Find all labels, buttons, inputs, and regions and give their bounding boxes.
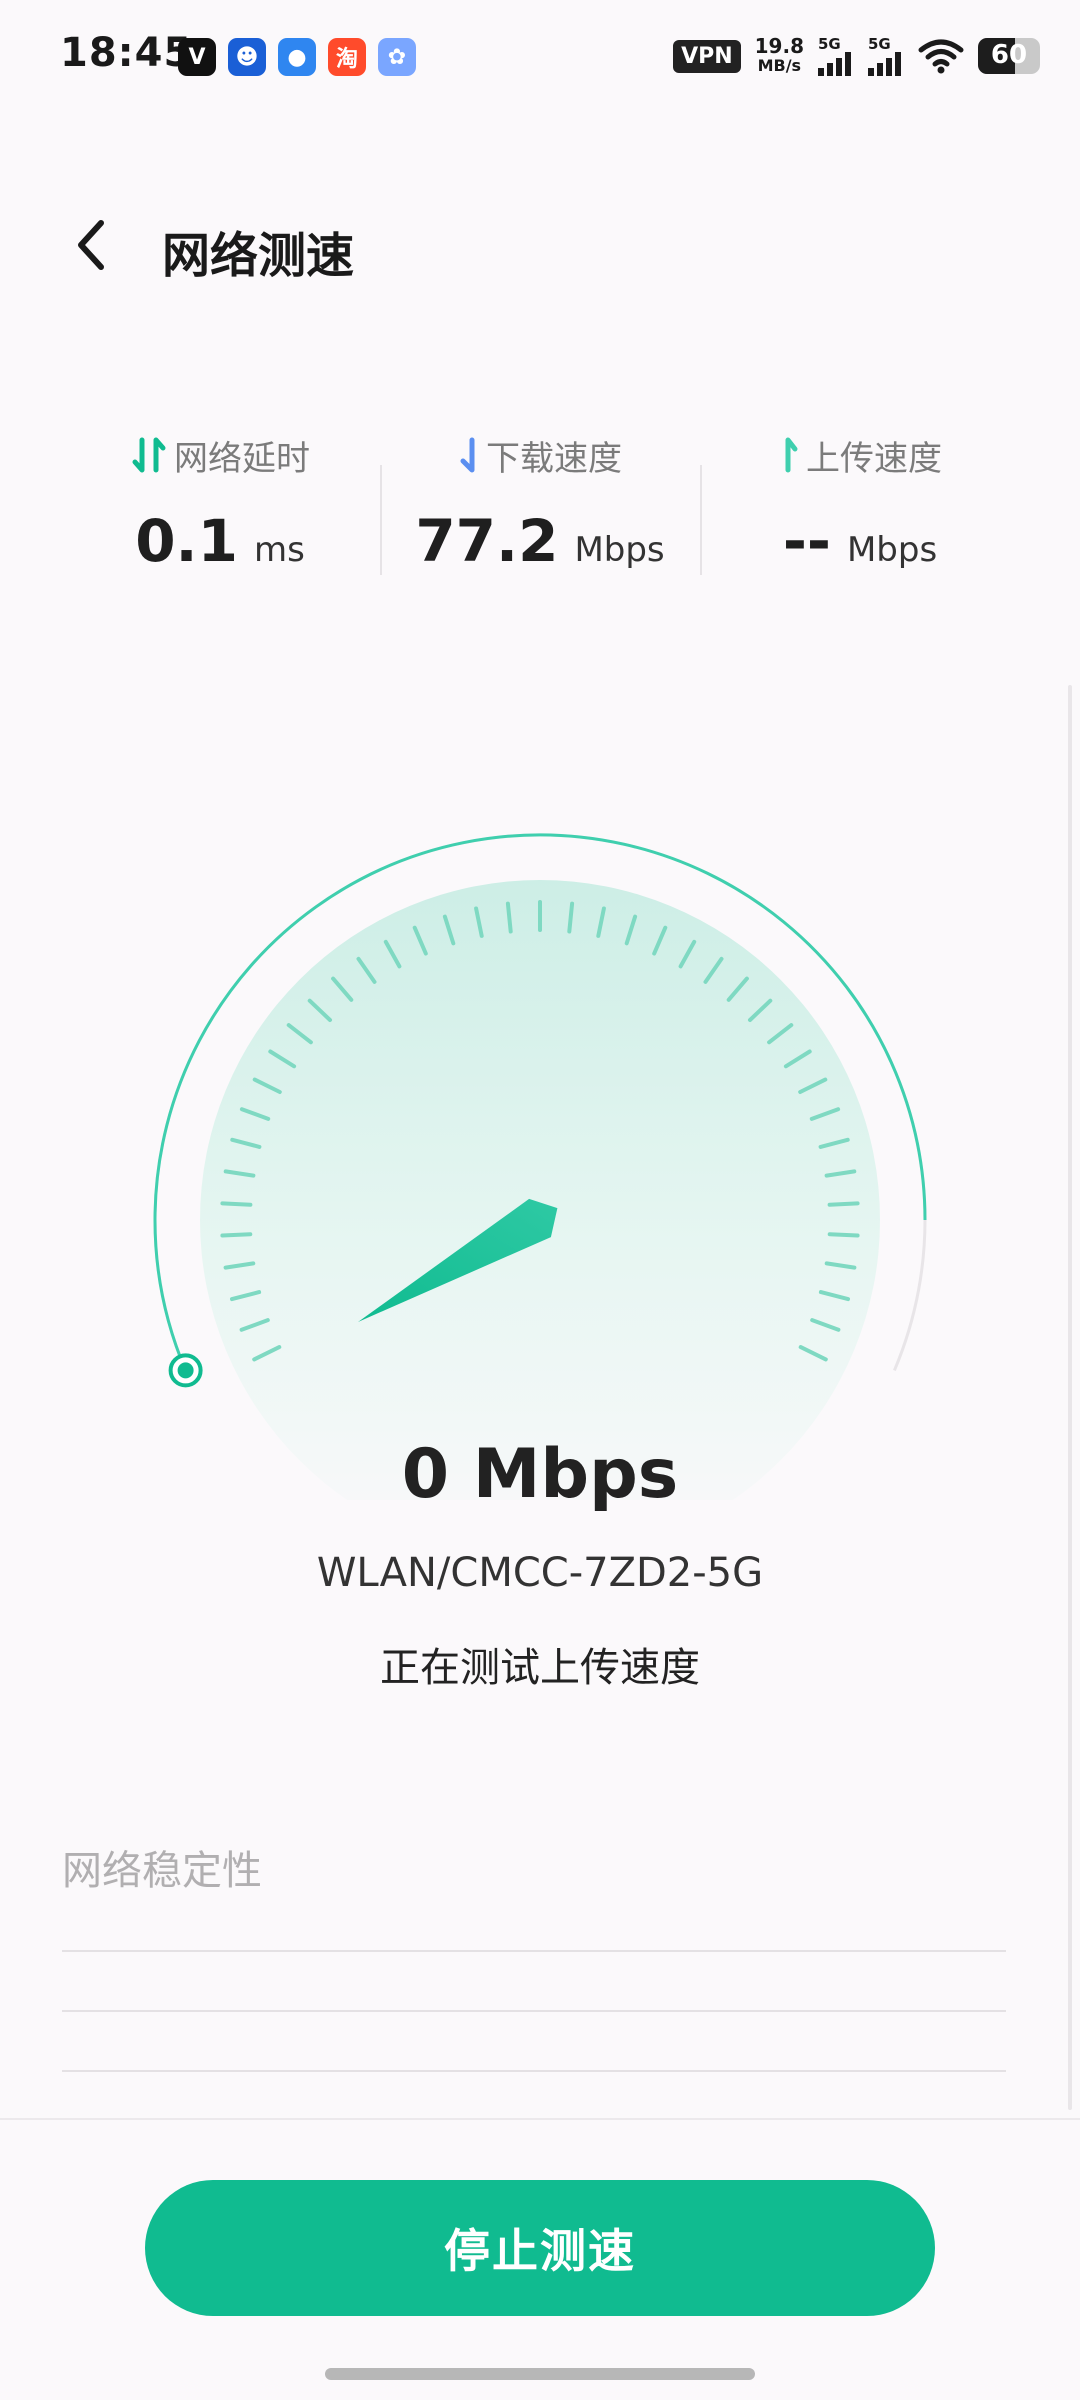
stability-chart-line — [62, 2010, 1006, 2012]
status-bar: 18:45 V ☻ ● 淘 ✿ VPN 19.8 MB/s 5G 5G 60 — [0, 0, 1080, 118]
network-speed-unit: MB/s — [757, 56, 802, 75]
gauge-tick — [827, 1232, 860, 1238]
latency-label: 网络延时 — [174, 438, 310, 479]
latency-label-row: 网络延时 — [130, 425, 310, 485]
download-arrow-icon — [460, 437, 475, 473]
test-status: 正在测试上传速度 — [380, 1645, 700, 1691]
download-label: 下载速度 — [486, 438, 622, 479]
page-header: 网络测速 — [0, 190, 1080, 300]
stop-test-button[interactable]: 停止测速 — [145, 2180, 935, 2316]
gauge-start-marker-dot — [177, 1362, 194, 1379]
network-speed-value: 19.8 — [754, 34, 804, 58]
download-unit: Mbps — [574, 530, 665, 570]
gauge-tick — [505, 901, 513, 934]
vpn-badge: VPN — [673, 39, 741, 73]
gauge-tick — [827, 1201, 860, 1207]
robot-app-icon: ☻ — [228, 38, 266, 76]
download-label-row: 下载速度 — [458, 425, 622, 485]
latency-value: 0.1 — [135, 507, 238, 575]
upload-unit: Mbps — [846, 530, 938, 570]
sim2-signal: 5G — [868, 34, 904, 76]
signal-bars-icon — [868, 51, 901, 76]
upload-value-row: -- Mbps — [783, 507, 937, 575]
metrics-row: 网络延时 0.1 ms 下载速度 77.2 Mbps 上传速度 -- Mbps — [60, 425, 1020, 595]
network-name: WLAN/CMCC-7ZD2-5G — [316, 1550, 764, 1596]
speed-gauge — [153, 833, 927, 1500]
page-title: 网络测速 — [162, 228, 355, 284]
blue-app-icon: ● — [278, 38, 316, 76]
battery-indicator: 60 — [978, 38, 1040, 74]
download-value-row: 77.2 Mbps — [415, 507, 664, 575]
latency-icon — [132, 437, 166, 473]
v-app-icon: V — [178, 38, 216, 76]
bottom-action-bar: 停止测速 — [0, 2118, 1080, 2400]
battery-level: 60 — [990, 40, 1028, 70]
wifi-icon — [918, 39, 964, 74]
stability-chart-line — [62, 1950, 1006, 1952]
sim1-network-type: 5G — [818, 34, 841, 53]
scrollbar-track[interactable] — [1068, 685, 1072, 2110]
current-speed: 0 Mbps — [401, 1435, 679, 1514]
upload-label: 上传速度 — [806, 438, 942, 479]
latency-value-row: 0.1 ms — [135, 507, 305, 575]
taobao-app-icon: 淘 — [328, 38, 366, 76]
cluster-app-icon: ✿ — [378, 38, 416, 76]
back-button[interactable] — [56, 210, 126, 280]
gauge-tick — [567, 901, 575, 934]
gauge-tick — [220, 1232, 253, 1238]
status-indicators: VPN 19.8 MB/s 5G 5G 60 — [673, 36, 1040, 76]
latency-metric: 网络延时 0.1 ms — [60, 425, 380, 595]
home-indicator[interactable] — [325, 2368, 755, 2380]
download-value: 77.2 — [415, 507, 559, 575]
network-speed-indicator: 19.8 MB/s — [755, 36, 804, 76]
speed-test-screen: 18:45 V ☻ ● 淘 ✿ VPN 19.8 MB/s 5G 5G 60 网… — [0, 0, 1080, 2400]
latency-unit: ms — [253, 530, 305, 570]
upload-metric: 上传速度 -- Mbps — [700, 425, 1020, 595]
sim2-network-type: 5G — [868, 34, 891, 53]
download-metric: 下载速度 77.2 Mbps — [380, 425, 700, 595]
gauge-tick — [220, 1201, 253, 1207]
upload-label-row: 上传速度 — [778, 425, 942, 485]
sim1-signal: 5G — [818, 34, 854, 76]
notification-icons: V ☻ ● 淘 ✿ — [178, 38, 416, 76]
back-arrow-icon — [78, 220, 104, 270]
stability-label: 网络稳定性 — [62, 1848, 262, 1894]
upload-arrow-icon — [785, 437, 798, 473]
signal-bars-icon — [818, 51, 851, 76]
upload-value: -- — [782, 507, 831, 575]
gauge-dial-face — [200, 880, 880, 1500]
stability-chart-line — [62, 2070, 1006, 2072]
status-time: 18:45 — [60, 30, 193, 76]
